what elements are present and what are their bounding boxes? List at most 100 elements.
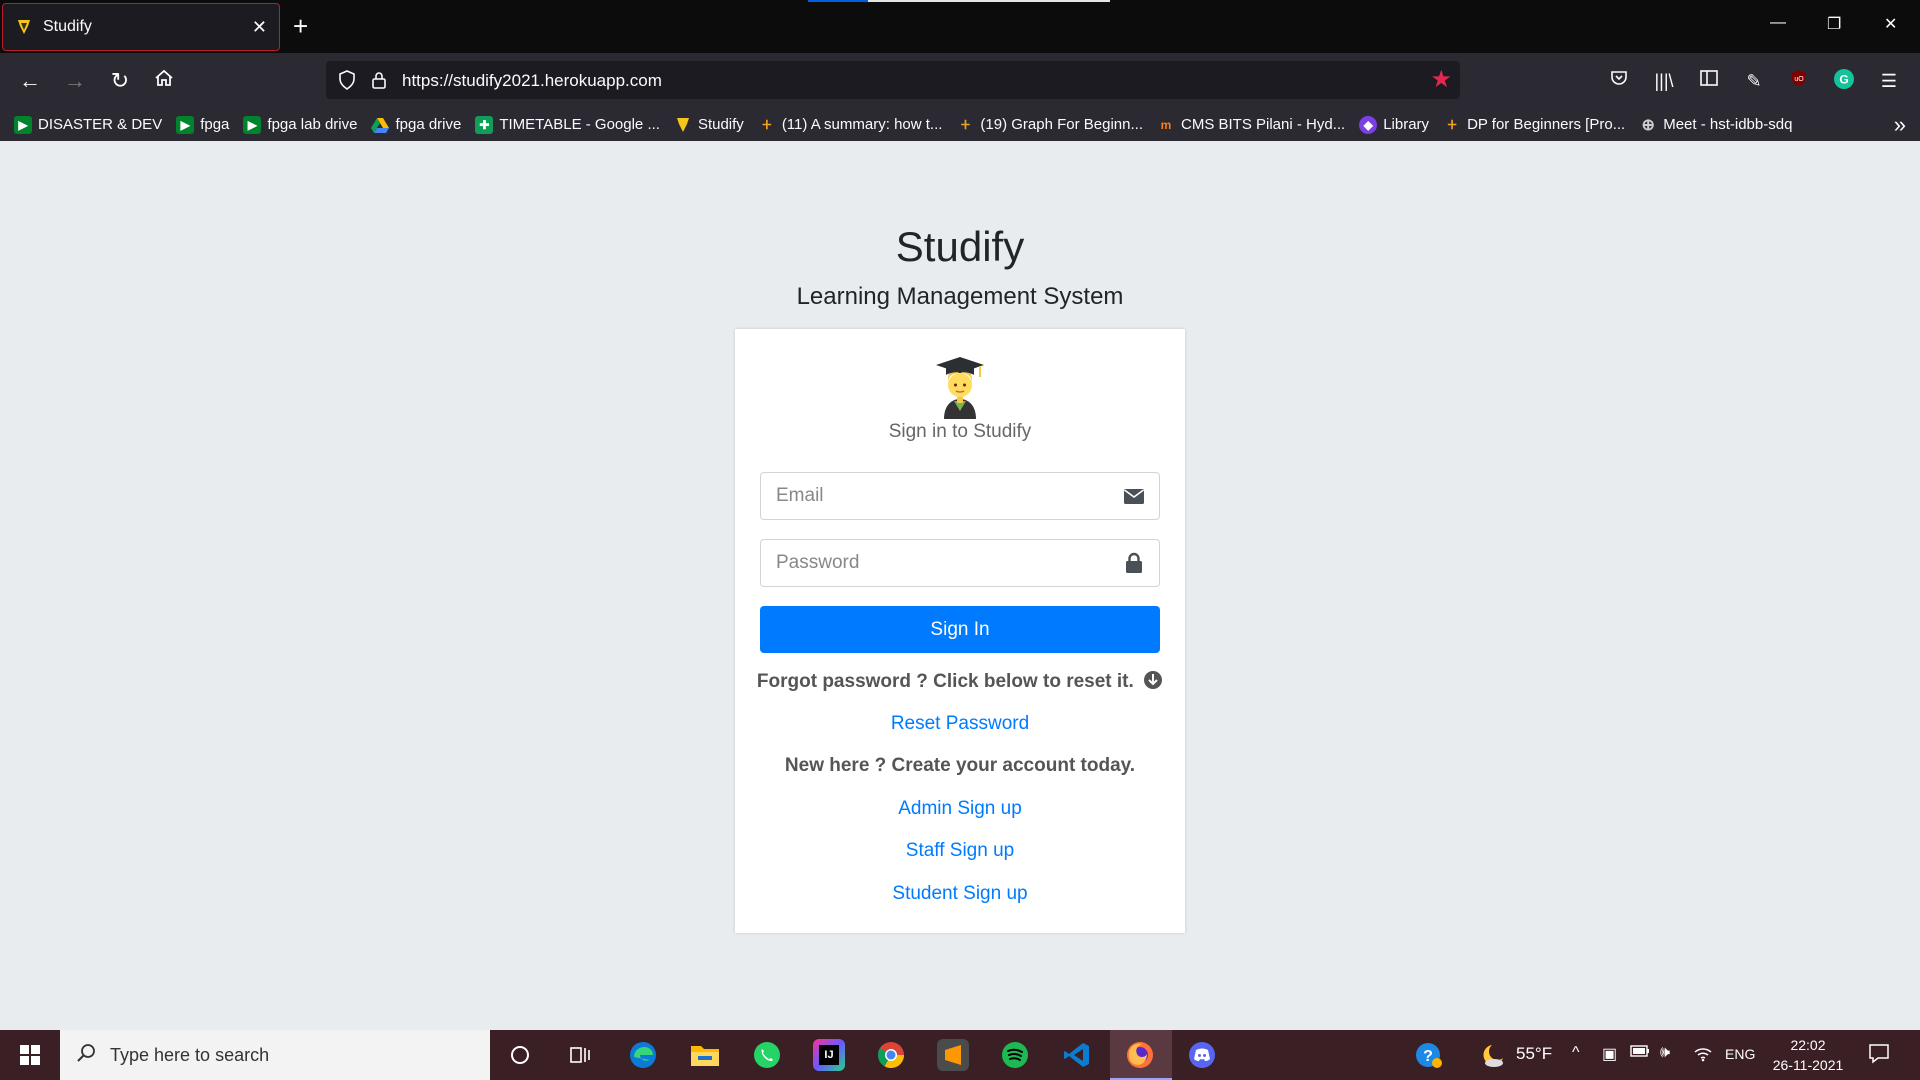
bookmark-label: fpga: [200, 116, 230, 133]
wifi-icon[interactable]: [1693, 1044, 1713, 1067]
reload-icon[interactable]: ↻: [107, 68, 133, 94]
tracking-protection-icon[interactable]: [336, 69, 358, 91]
arrow-circle-down-icon: [1143, 670, 1163, 690]
spotify-icon[interactable]: [999, 1039, 1031, 1071]
extension-icon[interactable]: ✎: [1741, 68, 1767, 94]
close-window-icon[interactable]: ✕: [1884, 14, 1897, 34]
address-bar[interactable]: https://studify2021.herokuapp.com ★: [326, 61, 1460, 99]
bookmark-label: DP for Beginners [Pro...: [1467, 116, 1626, 133]
reset-password-link[interactable]: Reset Password: [735, 713, 1185, 735]
library-icon[interactable]: |||\: [1651, 68, 1677, 94]
graduate-avatar-icon: [932, 355, 988, 419]
tab-studify[interactable]: Studify ✕: [2, 3, 280, 51]
bookmark-item[interactable]: ⵜ (19) Graph For Beginn...: [956, 116, 1143, 134]
pocket-icon[interactable]: [1606, 68, 1632, 94]
meet-now-icon[interactable]: ▣: [1602, 1044, 1617, 1064]
admin-signup-link[interactable]: Admin Sign up: [735, 798, 1185, 820]
bookmark-label: Meet - hst-idbb-sdq: [1663, 116, 1793, 133]
bookmarks-toolbar: ▶ DISASTER & DEV ▶ fpga ▶ fpga lab drive fp…: [0, 108, 1920, 141]
library-bookmark-icon: ◆: [1359, 115, 1378, 134]
volume-icon[interactable]: 🕪: [1660, 1044, 1670, 1062]
windows-start-icon[interactable]: [0, 1030, 60, 1080]
bookmark-item[interactable]: ▶ DISASTER & DEV: [14, 115, 162, 134]
grammarly-icon[interactable]: G: [1831, 68, 1857, 94]
url-text[interactable]: https://studify2021.herokuapp.com: [402, 71, 662, 91]
email-field[interactable]: [760, 472, 1160, 520]
back-arrow-icon[interactable]: ←: [17, 68, 43, 94]
cortana-icon[interactable]: [504, 1039, 536, 1071]
bookmark-item[interactable]: ✚ TIMETABLE - Google ...: [475, 115, 660, 134]
bookmark-label: (19) Graph For Beginn...: [980, 116, 1143, 133]
bookmark-item[interactable]: ▶ fpga lab drive: [243, 115, 358, 134]
whatsapp-icon[interactable]: [751, 1039, 783, 1071]
globe-icon: ⊕: [1641, 116, 1655, 134]
sheets-icon: ✚: [475, 115, 494, 134]
staff-signup-link[interactable]: Staff Sign up: [735, 840, 1185, 862]
student-signup-link[interactable]: Student Sign up: [735, 883, 1185, 905]
clock[interactable]: 22:02 26-11-2021: [1760, 1035, 1856, 1075]
edge-icon[interactable]: [627, 1039, 659, 1071]
bookmark-item[interactable]: ▶ fpga: [176, 115, 230, 134]
bookmark-item[interactable]: m CMS BITS Pilani - Hyd...: [1157, 116, 1346, 134]
meet-icon: ▶: [14, 115, 32, 134]
email-input[interactable]: [761, 473, 1101, 519]
studify-icon: [674, 116, 692, 134]
bookmark-item[interactable]: ⊕ Meet - hst-idbb-sdq: [1639, 116, 1793, 134]
codeforces-icon: ⵜ: [1447, 117, 1457, 132]
menu-icon[interactable]: ☰: [1876, 68, 1902, 94]
bookmark-label: CMS BITS Pilani - Hyd...: [1181, 116, 1346, 133]
ublock-icon[interactable]: uO: [1786, 68, 1812, 94]
bookmark-item[interactable]: ⵜ (11) A summary: how t...: [758, 116, 943, 134]
chrome-icon[interactable]: [875, 1039, 907, 1071]
signin-button[interactable]: Sign In: [760, 606, 1160, 653]
vscode-icon[interactable]: [1061, 1039, 1093, 1071]
password-input[interactable]: [761, 540, 1101, 586]
discord-icon[interactable]: [1186, 1039, 1218, 1071]
envelope-icon: [1123, 485, 1145, 507]
restore-icon[interactable]: ❐: [1827, 14, 1841, 34]
forgot-password-text: Forgot password ? Click below to reset i…: [756, 671, 1134, 692]
svg-text:G: G: [1839, 73, 1848, 87]
weather-moon-icon[interactable]: [1478, 1042, 1506, 1073]
clock-time: 22:02: [1790, 1037, 1826, 1053]
notification-center-icon[interactable]: [1868, 1042, 1890, 1069]
forward-arrow-icon[interactable]: →: [62, 68, 88, 94]
sidebar-icon[interactable]: [1696, 68, 1722, 94]
bookmark-star-icon[interactable]: ★: [1430, 67, 1452, 93]
create-account-text: New here ? Create your account today.: [784, 755, 1136, 776]
lock-icon[interactable]: [368, 69, 390, 91]
bookmark-label: (11) A summary: how t...: [781, 116, 943, 133]
taskbar-search-box[interactable]: Type here to search: [60, 1030, 490, 1080]
bookmark-label: Library: [1383, 116, 1430, 133]
search-placeholder: Type here to search: [110, 1044, 270, 1065]
bookmark-item[interactable]: fpga drive: [371, 116, 461, 134]
signin-message: Sign in to Studify: [888, 421, 1032, 442]
sublime-text-icon[interactable]: [937, 1039, 969, 1071]
bookmark-label: Studify: [697, 116, 744, 133]
firefox-icon[interactable]: [1124, 1039, 1156, 1071]
help-icon[interactable]: ?: [1414, 1040, 1444, 1075]
bookmark-item[interactable]: ⵜ DP for Beginners [Pro...: [1443, 116, 1625, 134]
new-tab-button[interactable]: +: [293, 12, 308, 40]
home-icon[interactable]: [151, 68, 177, 94]
forgot-password-row: Forgot password ? Click below to reset i…: [735, 670, 1185, 693]
tab-close-icon[interactable]: ✕: [252, 17, 267, 38]
search-icon: [76, 1043, 96, 1068]
chevron-up-icon[interactable]: ^: [1572, 1044, 1580, 1062]
clock-date: 26-11-2021: [1772, 1057, 1844, 1073]
language-indicator[interactable]: ENG: [1725, 1046, 1755, 1062]
bookmark-item[interactable]: Studify: [674, 116, 744, 134]
task-view-icon[interactable]: [564, 1039, 596, 1071]
bookmark-item[interactable]: ◆ Library: [1359, 115, 1430, 134]
bookmark-label: fpga lab drive: [267, 116, 358, 133]
file-explorer-icon[interactable]: [689, 1039, 721, 1071]
meet-icon: ▶: [243, 115, 262, 134]
intellij-icon[interactable]: IJ: [813, 1039, 845, 1071]
navigation-toolbar: ← → ↻ https://studify2021.herokuapp.com …: [0, 53, 1920, 108]
more-bookmarks-icon[interactable]: »: [1894, 112, 1906, 138]
minimize-icon[interactable]: —: [1770, 14, 1786, 32]
weather-temperature[interactable]: 55°F: [1516, 1044, 1552, 1064]
battery-icon[interactable]: [1630, 1044, 1650, 1063]
password-field[interactable]: [760, 539, 1160, 587]
bookmark-label: TIMETABLE - Google ...: [499, 116, 660, 133]
